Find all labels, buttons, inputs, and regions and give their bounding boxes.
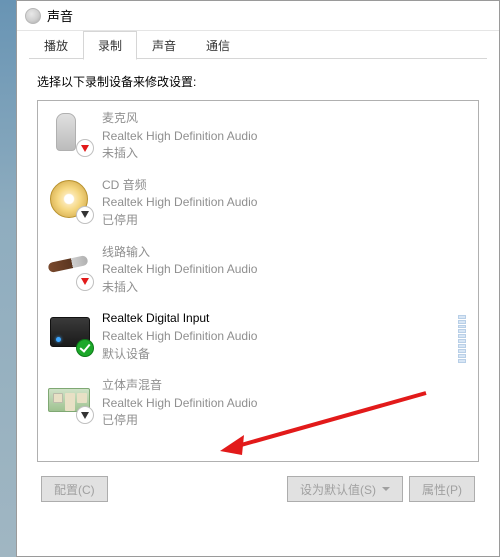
device-desc: Realtek High Definition Audio [102, 129, 257, 145]
microphone-icon [48, 111, 90, 153]
device-row-stereo-mix[interactable]: 立体声混音 Realtek High Definition Audio 已停用 [38, 372, 478, 439]
sound-dialog-window: 声音 播放 录制 声音 通信 选择以下录制设备来修改设置: 麦克风 Realte… [16, 0, 500, 557]
tab-sounds[interactable]: 声音 [137, 31, 191, 59]
line-in-icon [48, 245, 90, 287]
tab-recording[interactable]: 录制 [83, 31, 137, 60]
instruction-text: 选择以下录制设备来修改设置: [37, 73, 479, 90]
configure-button-label: 配置(C) [54, 481, 95, 498]
device-desc: Realtek High Definition Audio [102, 329, 257, 345]
device-row-digital-input[interactable]: Realtek Digital Input Realtek High Defin… [38, 305, 478, 372]
device-row-cd-audio[interactable]: CD 音频 Realtek High Definition Audio 已停用 [38, 172, 478, 239]
button-row: 配置(C) 设为默认值(S) 属性(P) [37, 476, 479, 502]
chevron-down-icon [382, 487, 390, 491]
status-badge-disabled-icon [76, 406, 94, 424]
status-badge-disabled-icon [76, 206, 94, 224]
device-row-microphone[interactable]: 麦克风 Realtek High Definition Audio 未插入 [38, 105, 478, 172]
level-meter [458, 315, 466, 363]
device-status: 默认设备 [102, 347, 257, 363]
device-status: 已停用 [102, 213, 257, 229]
status-badge-default-icon [76, 339, 94, 357]
configure-button[interactable]: 配置(C) [41, 476, 108, 502]
status-badge-unplugged-icon [76, 139, 94, 157]
status-badge-unplugged-icon [76, 273, 94, 291]
window-title: 声音 [47, 6, 73, 25]
recording-device-list[interactable]: 麦克风 Realtek High Definition Audio 未插入 CD… [37, 100, 479, 462]
titlebar: 声音 [17, 1, 499, 31]
sound-app-icon [25, 8, 41, 24]
device-name: Realtek Digital Input [102, 311, 257, 327]
tab-strip: 播放 录制 声音 通信 [17, 31, 499, 59]
device-name: CD 音频 [102, 178, 257, 194]
cd-icon [48, 178, 90, 220]
tab-playback[interactable]: 播放 [29, 31, 83, 59]
device-desc: Realtek High Definition Audio [102, 195, 257, 211]
set-default-button[interactable]: 设为默认值(S) [287, 476, 403, 502]
set-default-button-label: 设为默认值(S) [300, 481, 376, 498]
tab-content: 选择以下录制设备来修改设置: 麦克风 Realtek High Definiti… [17, 59, 499, 556]
device-status: 未插入 [102, 146, 257, 162]
desktop-background-strip [0, 0, 16, 557]
properties-button-label: 属性(P) [422, 481, 462, 498]
device-desc: Realtek High Definition Audio [102, 262, 257, 278]
device-status: 已停用 [102, 413, 257, 429]
device-name: 麦克风 [102, 111, 257, 127]
stereo-mix-icon [48, 378, 90, 420]
properties-button[interactable]: 属性(P) [409, 476, 475, 502]
device-row-line-in[interactable]: 线路输入 Realtek High Definition Audio 未插入 [38, 239, 478, 306]
device-status: 未插入 [102, 280, 257, 296]
device-name: 立体声混音 [102, 378, 257, 394]
digital-input-icon [48, 311, 90, 353]
device-name: 线路输入 [102, 245, 257, 261]
device-desc: Realtek High Definition Audio [102, 396, 257, 412]
tab-communications[interactable]: 通信 [191, 31, 245, 59]
